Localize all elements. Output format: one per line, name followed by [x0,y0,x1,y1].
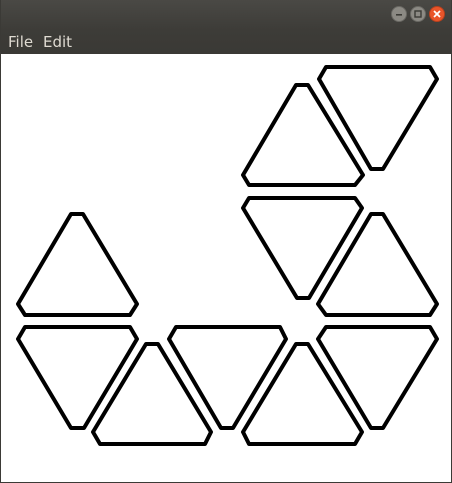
close-button[interactable] [429,6,445,22]
minimize-button[interactable] [391,6,407,22]
close-icon [433,10,441,18]
drawing-canvas[interactable] [1,54,451,482]
triangle-shape[interactable] [241,196,364,300]
app-window: File Edit [0,0,452,483]
title-bar[interactable] [1,0,451,30]
maximize-button[interactable] [410,6,426,22]
minimize-icon [396,14,402,16]
triangle-shape[interactable] [16,212,139,317]
triangle-shape[interactable] [316,325,439,430]
triangle-shape[interactable] [241,83,365,187]
triangle-shape[interactable] [91,342,213,446]
triangle-shape[interactable] [317,65,439,171]
triangle-shape[interactable] [167,325,288,430]
triangle-shape[interactable] [16,325,139,430]
triangle-shape[interactable] [241,342,364,446]
menu-edit[interactable]: Edit [43,33,72,51]
menu-file[interactable]: File [8,33,33,51]
maximize-icon [414,10,422,18]
menu-bar: File Edit [1,30,451,54]
triangle-shape[interactable] [316,212,439,317]
